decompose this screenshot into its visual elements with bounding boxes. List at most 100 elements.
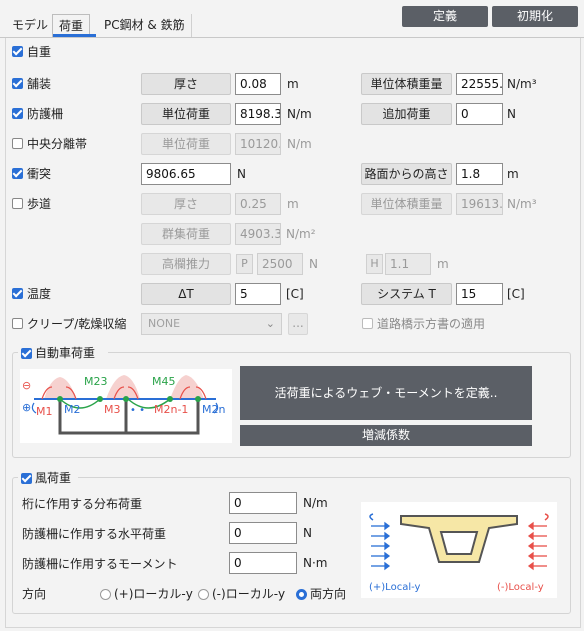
- m2-label: M2: [64, 403, 81, 416]
- initialize-button[interactable]: 初期化: [492, 6, 578, 27]
- m45-label: M45: [152, 375, 176, 388]
- wind-horizontal-load-input[interactable]: 0: [229, 522, 297, 544]
- creep-checkbox[interactable]: [12, 318, 23, 329]
- sidewalk-label: 歩道: [27, 197, 52, 211]
- m23-label: M23: [84, 375, 108, 388]
- creep-more-button[interactable]: ...: [288, 313, 308, 335]
- temperature-label: 温度: [27, 287, 52, 301]
- h-label: H: [366, 254, 383, 274]
- sidewalk-unit-weight-button[interactable]: 単位体積重量: [361, 193, 452, 215]
- dots-label: • •: [130, 405, 145, 416]
- delta-t-button[interactable]: ΔT: [141, 283, 231, 305]
- m2n-label: M2n: [202, 403, 225, 416]
- barrier-checkbox[interactable]: [12, 108, 23, 119]
- m1-label: M1: [36, 405, 53, 418]
- collision-label: 衝突: [27, 167, 52, 181]
- crowd-load-unit: N/m²: [286, 227, 316, 241]
- collision-load-input[interactable]: 9806.65: [141, 163, 231, 185]
- sidewalk-thickness-button[interactable]: 厚さ: [141, 193, 231, 215]
- local-y-plus-label: (+)Local-y: [369, 582, 421, 593]
- rail-thrust-button[interactable]: 高欄推力: [141, 253, 231, 275]
- barrier-unit-load-unit: N/m: [287, 107, 312, 121]
- system-t-button[interactable]: システム T: [361, 283, 452, 305]
- self-weight-label: 自重: [27, 45, 52, 59]
- median-unit-load-input[interactable]: 10120.: [235, 133, 281, 155]
- rail-h-unit: m: [437, 257, 449, 271]
- delta-t-input[interactable]: 5: [235, 283, 281, 305]
- m3-label: M3: [104, 403, 121, 416]
- direction-plus-label: (+)ローカル-y: [114, 587, 193, 601]
- rail-h-input[interactable]: 1.1: [385, 253, 431, 275]
- local-y-minus-label: (-)Local-y: [497, 582, 544, 593]
- pavement-thickness-input[interactable]: 0.08: [235, 73, 281, 95]
- median-label: 中央分離帯: [27, 137, 88, 151]
- rail-p-unit: N: [309, 257, 318, 271]
- barrier-unit-load-input[interactable]: 8198.3: [235, 103, 281, 125]
- wind-moment-unit: N·m: [303, 556, 328, 570]
- wind-load-title: 風荷重: [35, 471, 72, 485]
- wind-horizontal-load-unit: N: [303, 526, 312, 540]
- minus-label: ⊖: [22, 379, 31, 392]
- pavement-unit-weight-button[interactable]: 単位体積重量: [361, 73, 452, 95]
- sidewalk-checkbox[interactable]: [12, 198, 23, 209]
- direction-both-label: 両方向: [310, 587, 347, 601]
- barrier-unit-load-button[interactable]: 単位荷重: [141, 103, 231, 125]
- wind-load-checkbox[interactable]: [21, 473, 32, 484]
- direction-plus-radio[interactable]: [100, 589, 111, 600]
- rail-p-input[interactable]: 2500: [257, 253, 303, 275]
- direction-label: 方向: [22, 587, 47, 601]
- median-checkbox[interactable]: [12, 138, 23, 149]
- vehicle-load-checkbox[interactable]: [21, 348, 32, 359]
- delta-t-unit: [C]: [286, 287, 304, 301]
- barrier-additional-load-button[interactable]: 追加荷重: [361, 103, 452, 125]
- sidewalk-thickness-unit: m: [287, 197, 299, 211]
- system-t-input[interactable]: 15: [456, 283, 503, 305]
- creep-label: クリープ/乾燥収縮: [27, 317, 127, 331]
- define-web-moment-button[interactable]: 活荷重によるウェブ・モーメントを定義..: [240, 366, 532, 420]
- define-button[interactable]: 定義: [402, 6, 488, 27]
- road-spec-checkbox[interactable]: [362, 318, 373, 329]
- collision-height-input[interactable]: 1.8: [456, 163, 503, 185]
- barrier-additional-load-unit: N: [507, 107, 516, 121]
- sidewalk-unit-weight-input[interactable]: 19613.: [456, 193, 503, 215]
- crowd-load-button[interactable]: 群集荷重: [141, 223, 231, 245]
- creep-dropdown[interactable]: NONE ⌄: [141, 313, 282, 335]
- sidewalk-thickness-input[interactable]: 0.25: [235, 193, 281, 215]
- chevron-down-icon: ⌄: [265, 317, 275, 330]
- pavement-thickness-unit: m: [287, 77, 299, 91]
- vehicle-moment-diagram: ⊖ ⊕ M23 M45 M1 M2 M3 • • M2n-1 M2n: [20, 369, 232, 443]
- wind-horizontal-load-label: 防護柵に作用する水平荷重: [22, 527, 167, 541]
- pavement-checkbox[interactable]: [12, 78, 23, 89]
- tab-pc-steel-rebar[interactable]: PC鋼材 & 鉄筋: [98, 14, 192, 37]
- median-unit-load-unit: N/m: [287, 137, 312, 151]
- collision-load-unit: N: [237, 167, 246, 181]
- wind-load-diagram: (+)Local-y (-)Local-y: [361, 502, 557, 598]
- wind-moment-input[interactable]: 0: [229, 552, 297, 574]
- increase-decrease-factor-button[interactable]: 増減係数: [240, 425, 532, 446]
- collision-height-unit: m: [507, 167, 519, 181]
- tab-model[interactable]: モデル: [6, 14, 56, 37]
- pavement-thickness-button[interactable]: 厚さ: [141, 73, 231, 95]
- temperature-checkbox[interactable]: [12, 288, 23, 299]
- pavement-unit-weight-input[interactable]: 22555.: [456, 73, 503, 95]
- system-t-unit: [C]: [507, 287, 525, 301]
- median-unit-load-button[interactable]: 単位荷重: [141, 133, 231, 155]
- barrier-additional-load-input[interactable]: 0: [456, 103, 503, 125]
- self-weight-checkbox[interactable]: [12, 46, 23, 57]
- barrier-label: 防護柵: [27, 107, 64, 121]
- collision-height-button[interactable]: 路面からの高さ: [361, 163, 452, 185]
- sidewalk-unit-weight-unit: N/m³: [507, 197, 537, 211]
- creep-dropdown-value: NONE: [148, 317, 181, 330]
- pavement-label: 舗装: [27, 77, 52, 91]
- p-label: P: [236, 254, 253, 274]
- direction-minus-radio[interactable]: [198, 589, 209, 600]
- wind-distributed-load-unit: N/m: [303, 496, 328, 510]
- collision-checkbox[interactable]: [12, 168, 23, 179]
- direction-both-radio[interactable]: [296, 589, 307, 600]
- wind-moment-label: 防護柵に作用するモーメント: [22, 557, 178, 571]
- pavement-unit-weight-unit: N/m³: [507, 77, 537, 91]
- direction-minus-label: (-)ローカル-y: [212, 587, 286, 601]
- crowd-load-input[interactable]: 4903.3: [235, 223, 281, 245]
- wind-distributed-load-input[interactable]: 0: [229, 492, 297, 514]
- wind-distributed-load-label: 桁に作用する分布荷重: [22, 497, 143, 511]
